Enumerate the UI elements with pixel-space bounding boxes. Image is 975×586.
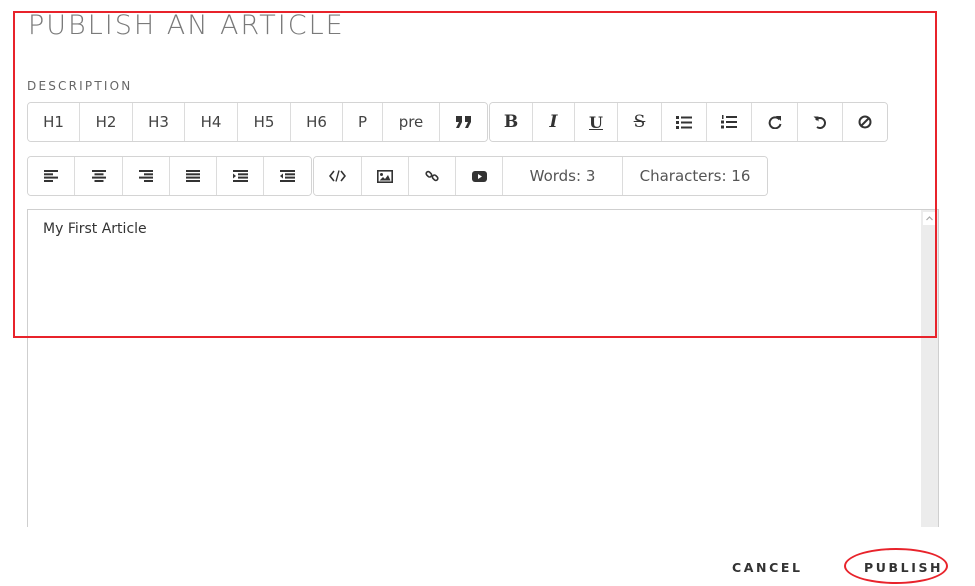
chevron-up-icon bbox=[926, 216, 933, 221]
align-right-icon bbox=[139, 170, 153, 182]
quote-button[interactable] bbox=[440, 103, 487, 141]
align-justify-icon bbox=[186, 170, 200, 182]
bulleted-list-icon bbox=[676, 115, 692, 129]
underline-icon: U bbox=[589, 112, 603, 132]
quote-icon bbox=[455, 116, 471, 128]
align-justify-button[interactable] bbox=[170, 157, 217, 195]
indent-button[interactable] bbox=[217, 157, 264, 195]
h6-button[interactable]: H6 bbox=[291, 103, 343, 141]
video-icon bbox=[471, 170, 487, 182]
align-left-icon bbox=[44, 170, 58, 182]
article-editor[interactable]: My First Article bbox=[27, 209, 939, 527]
align-center-icon bbox=[91, 170, 106, 182]
link-icon bbox=[425, 170, 439, 182]
align-right-button[interactable] bbox=[123, 157, 170, 195]
paragraph-button[interactable]: P bbox=[343, 103, 383, 141]
insert-button-group: Words: 3 Characters: 16 bbox=[313, 156, 768, 196]
heading-button-group: H1 H2 H3 H4 H5 H6 P pre bbox=[27, 102, 488, 142]
page-title: PUBLISH AN ARTICLE bbox=[28, 10, 345, 41]
align-left-button[interactable] bbox=[28, 157, 75, 195]
italic-icon: I bbox=[549, 112, 558, 132]
redo-button[interactable] bbox=[752, 103, 798, 141]
numbered-list-button[interactable] bbox=[707, 103, 752, 141]
strikethrough-button[interactable]: S bbox=[618, 103, 662, 141]
editor-content[interactable]: My First Article bbox=[43, 221, 147, 237]
editor-scrollbar[interactable] bbox=[921, 210, 938, 527]
code-icon bbox=[329, 170, 346, 182]
h4-button[interactable]: H4 bbox=[185, 103, 238, 141]
italic-button[interactable]: I bbox=[533, 103, 575, 141]
indent-icon bbox=[232, 170, 248, 182]
numbered-list-icon bbox=[721, 115, 737, 129]
editor-toolbar-row-1: H1 H2 H3 H4 H5 H6 P pre B I U S bbox=[27, 102, 889, 142]
description-label: DESCRIPTION bbox=[27, 79, 133, 93]
publish-button[interactable]: PUBLISH bbox=[864, 560, 943, 575]
undo-button[interactable] bbox=[798, 103, 843, 141]
bulleted-list-button[interactable] bbox=[662, 103, 707, 141]
word-count: Words: 3 bbox=[503, 157, 623, 195]
clear-format-icon bbox=[858, 115, 872, 129]
preformatted-button[interactable]: pre bbox=[383, 103, 440, 141]
undo-icon bbox=[813, 116, 826, 129]
strikethrough-icon: S bbox=[633, 112, 646, 132]
h5-button[interactable]: H5 bbox=[238, 103, 291, 141]
character-count: Characters: 16 bbox=[623, 157, 767, 195]
alignment-button-group bbox=[27, 156, 312, 196]
redo-icon bbox=[768, 116, 781, 129]
bold-button[interactable]: B bbox=[490, 103, 533, 141]
h3-button[interactable]: H3 bbox=[133, 103, 185, 141]
clear-format-button[interactable] bbox=[843, 103, 887, 141]
code-view-button[interactable] bbox=[314, 157, 362, 195]
cancel-button[interactable]: CANCEL bbox=[732, 560, 803, 575]
h1-button[interactable]: H1 bbox=[28, 103, 80, 141]
h2-button[interactable]: H2 bbox=[80, 103, 133, 141]
insert-video-button[interactable] bbox=[456, 157, 503, 195]
align-center-button[interactable] bbox=[75, 157, 123, 195]
insert-image-button[interactable] bbox=[362, 157, 409, 195]
image-icon bbox=[377, 169, 393, 183]
format-button-group: B I U S bbox=[489, 102, 888, 142]
insert-link-button[interactable] bbox=[409, 157, 456, 195]
editor-toolbar-row-2: Words: 3 Characters: 16 bbox=[27, 156, 769, 196]
outdent-icon bbox=[280, 170, 295, 182]
underline-button[interactable]: U bbox=[575, 103, 618, 141]
outdent-button[interactable] bbox=[264, 157, 311, 195]
scroll-up-arrow[interactable] bbox=[923, 212, 936, 225]
bold-icon: B bbox=[503, 112, 519, 132]
